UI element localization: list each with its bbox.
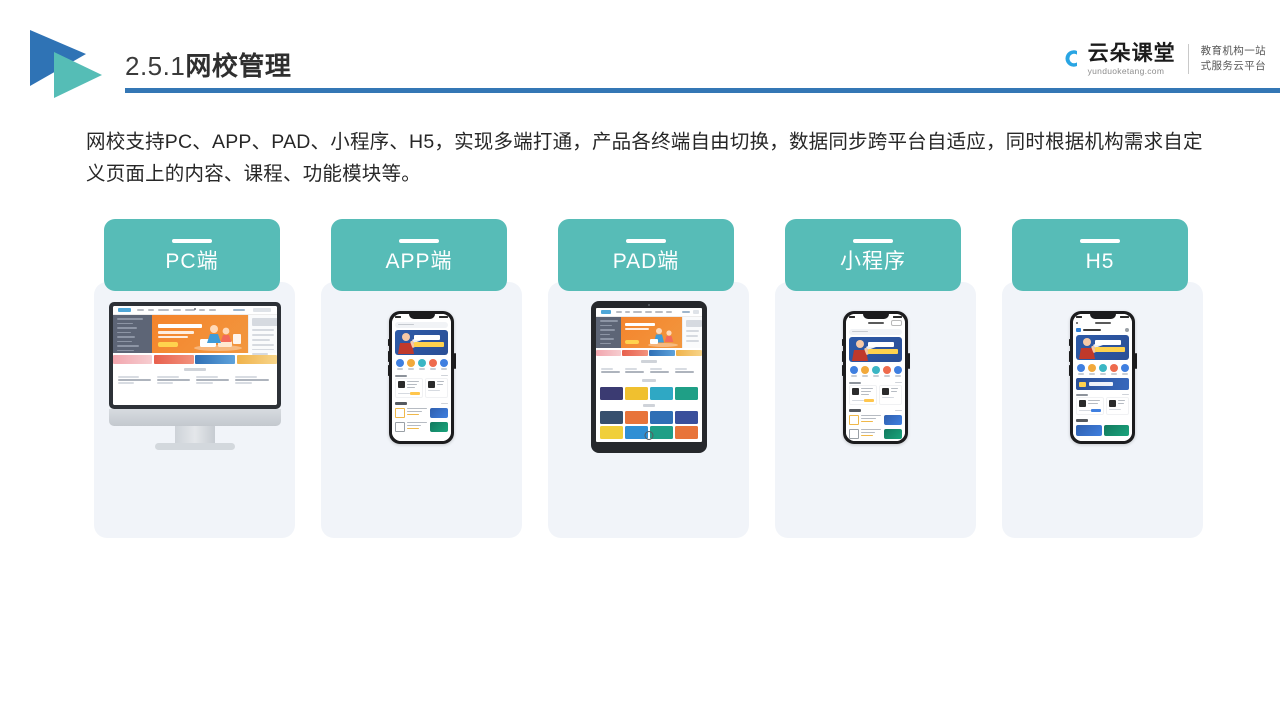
device-card-list — [0, 282, 1280, 574]
slide-root: 2.5.1网校管理 云朵课堂 yunduoketang.com 教育机构一站 式… — [0, 0, 1280, 720]
device-card-pad[interactable] — [548, 282, 749, 538]
page-title: 2.5.1网校管理 — [125, 46, 291, 83]
device-card-h5[interactable] — [1002, 282, 1203, 538]
mini-program-icon — [775, 282, 976, 472]
device-label-pc[interactable]: PC端 — [104, 219, 280, 291]
brand-url: yunduoketang.com — [1087, 65, 1165, 76]
h5-icon — [1002, 282, 1203, 472]
pill-accent-bar — [626, 238, 666, 243]
device-card-miniprogram[interactable] — [775, 282, 976, 538]
pill-accent-bar — [1080, 238, 1120, 243]
device-label-text: PC端 — [165, 249, 219, 273]
device-label-text: PAD端 — [612, 249, 680, 273]
device-label-text: H5 — [1085, 249, 1115, 273]
tablet-icon — [548, 282, 749, 472]
section-number: 2.5.1 — [125, 51, 186, 81]
device-label-miniprogram[interactable]: 小程序 — [785, 219, 961, 291]
cloud-icon — [1055, 42, 1085, 72]
pill-accent-bar — [172, 238, 212, 243]
brand-tagline-line-1: 教育机构一站 — [1200, 44, 1266, 57]
brand-divider — [1187, 44, 1189, 74]
section-title: 网校管理 — [185, 51, 292, 81]
device-card-pc[interactable] — [94, 282, 295, 538]
device-label-app[interactable]: APP端 — [331, 219, 507, 291]
device-label-text: 小程序 — [840, 249, 906, 273]
mobile-icon — [321, 282, 522, 472]
double-triangle-play-logo-icon — [24, 28, 116, 100]
brand-name: 云朵课堂 — [1087, 41, 1176, 65]
brand-logo: 云朵课堂 yunduoketang.com — [1055, 43, 1176, 76]
pill-accent-bar — [399, 238, 439, 243]
title-underline — [125, 88, 1280, 93]
brand-lockup: 云朵课堂 yunduoketang.com 教育机构一站 式服务云平台 — [1055, 36, 1266, 82]
body-paragraph: 网校支持PC、APP、PAD、小程序、H5，实现多端打通，产品各终端自由切换，数… — [86, 131, 1203, 186]
device-card-app[interactable] — [321, 282, 522, 538]
device-label-pad[interactable]: PAD端 — [558, 219, 734, 291]
pill-accent-bar — [853, 238, 893, 243]
device-label-h5[interactable]: H5 — [1012, 219, 1188, 291]
brand-tagline: 教育机构一站 式服务云平台 — [1201, 44, 1266, 74]
brand-tagline-line-2: 式服务云平台 — [1200, 60, 1266, 72]
device-label-text: APP端 — [385, 249, 453, 273]
desktop-icon — [94, 282, 295, 472]
